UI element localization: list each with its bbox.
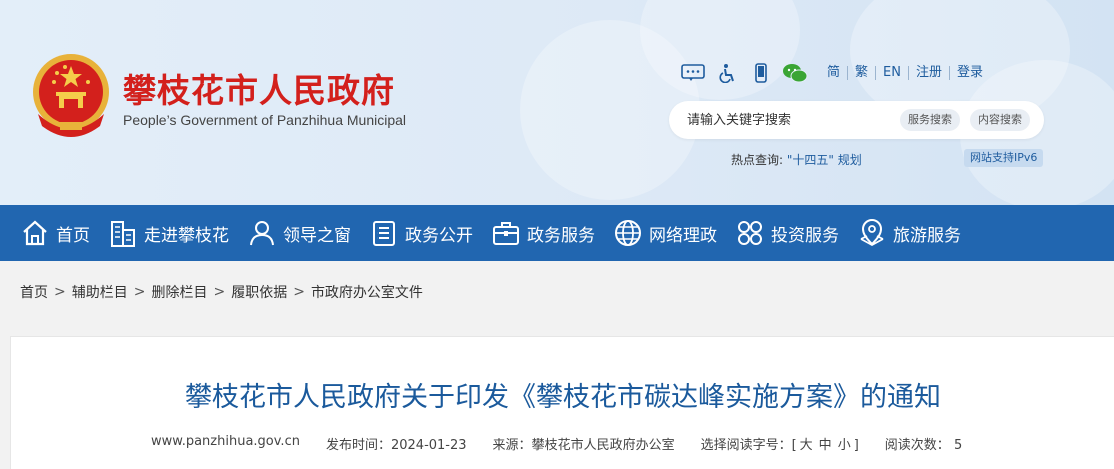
nav-label: 投资服务 — [771, 225, 839, 246]
register-link[interactable]: 注册 — [907, 66, 949, 80]
breadcrumb-home[interactable]: 首页 — [20, 282, 48, 302]
font-size-large[interactable]: 大 — [800, 438, 813, 453]
briefcase-icon — [491, 218, 521, 248]
person-icon — [247, 218, 277, 248]
breadcrumb: 首页 > 辅助栏目 > 删除栏目 > 履职依据 > 市政府办公室文件 — [20, 282, 423, 302]
breadcrumb-separator: > — [133, 284, 146, 300]
nav-item-disclosure[interactable]: 政务公开 — [369, 205, 473, 261]
globe-icon — [613, 218, 643, 248]
breadcrumb-duty-basis[interactable]: 履职依据 — [231, 282, 287, 302]
search-box: 服务搜索 内容搜索 — [669, 101, 1044, 139]
nav-label: 政务公开 — [405, 225, 473, 246]
site-subtitle: People’s Government of Panzhihua Municip… — [123, 112, 407, 128]
article-meta: www.panzhihua.gov.cn 发布时间：2024-01-23 来源：… — [151, 434, 988, 453]
accessibility-icon[interactable] — [714, 62, 740, 84]
grid-icon — [735, 218, 765, 248]
home-icon — [20, 218, 50, 248]
ipv6-badge: 网站支持IPv6 — [964, 149, 1044, 167]
nav-label: 网络理政 — [649, 225, 717, 246]
font-size-small[interactable]: 小 — [838, 438, 851, 453]
nav-label: 政务服务 — [527, 225, 595, 246]
service-search-button[interactable]: 服务搜索 — [900, 109, 960, 131]
login-link[interactable]: 登录 — [949, 66, 990, 80]
nav-item-leaders[interactable]: 领导之窗 — [247, 205, 351, 261]
buildings-icon — [108, 218, 138, 248]
mobile-icon[interactable] — [748, 62, 774, 84]
font-size-medium[interactable]: 中 — [819, 438, 832, 453]
top-toolbar: 简 繁 EN 注册 登录 — [680, 62, 990, 84]
breadcrumb-auxiliary[interactable]: 辅助栏目 — [72, 282, 128, 302]
article-site: www.panzhihua.gov.cn — [151, 434, 300, 449]
nav-item-home[interactable]: 首页 — [20, 205, 90, 261]
read-count: 阅读次数： 5 — [885, 434, 962, 453]
breadcrumb-separator: > — [293, 284, 305, 300]
font-size-close-bracket: ] — [853, 438, 859, 453]
article-source: 来源：攀枝花市人民政府办公室 — [493, 434, 675, 453]
nav-label: 领导之窗 — [283, 225, 351, 246]
article-title: 攀枝花市人民政府关于印发《攀枝花市碳达峰实施方案》的通知 — [185, 382, 941, 413]
site-header: 攀枝花市人民政府 People’s Government of Panzhihu… — [0, 0, 1114, 205]
site-title: 攀枝花市人民政府 — [123, 71, 395, 110]
nav-item-about[interactable]: 走进攀枝花 — [108, 205, 229, 261]
article-panel: 攀枝花市人民政府关于印发《攀枝花市碳达峰实施方案》的通知 www.panzhih… — [10, 336, 1114, 469]
nav-item-online-governance[interactable]: 网络理政 — [613, 205, 717, 261]
nav-item-investment[interactable]: 投资服务 — [735, 205, 839, 261]
main-nav: 首页 走进攀枝花 领导之窗 政务公开 政务服务 网络理政 投资服务 旅游服务 — [0, 205, 1114, 261]
article-publish-time: 发布时间：2024-01-23 — [326, 434, 467, 453]
font-size-label: 选择阅读字号：[ — [700, 438, 797, 453]
content-search-button[interactable]: 内容搜索 — [970, 109, 1030, 131]
breadcrumb-separator: > — [213, 284, 226, 300]
source-value: 攀枝花市人民政府办公室 — [531, 438, 675, 453]
simplified-chinese-link[interactable]: 简 — [820, 66, 847, 80]
breadcrumb-separator: > — [54, 284, 66, 300]
nav-label: 旅游服务 — [893, 225, 961, 246]
hot-search: 热点查询: "十四五" 规划 — [731, 151, 862, 168]
map-pin-icon — [857, 218, 887, 248]
read-count-label: 阅读次数： — [884, 438, 950, 453]
english-link[interactable]: EN — [875, 66, 908, 80]
national-emblem-icon — [33, 54, 109, 137]
traditional-chinese-link[interactable]: 繁 — [847, 66, 875, 80]
document-icon — [369, 218, 399, 248]
wechat-icon[interactable] — [782, 62, 808, 84]
nav-item-tourism[interactable]: 旅游服务 — [857, 205, 961, 261]
read-count-value: 5 — [953, 438, 963, 453]
breadcrumb-deleted[interactable]: 删除栏目 — [151, 282, 207, 302]
hot-search-label: 热点查询: — [731, 153, 787, 167]
source-label: 来源： — [492, 438, 532, 453]
publish-date: 2024-01-23 — [390, 438, 467, 453]
nav-item-services[interactable]: 政务服务 — [491, 205, 595, 261]
breadcrumb-office-documents[interactable]: 市政府办公室文件 — [311, 282, 423, 302]
publish-label: 发布时间： — [325, 438, 391, 453]
search-input[interactable] — [687, 110, 897, 130]
hot-search-link[interactable]: "十四五" 规划 — [787, 153, 862, 167]
nav-label: 首页 — [56, 225, 90, 246]
message-icon[interactable] — [680, 62, 706, 84]
font-size-selector: 选择阅读字号：[大中小] — [701, 434, 859, 453]
nav-label: 走进攀枝花 — [144, 225, 229, 246]
